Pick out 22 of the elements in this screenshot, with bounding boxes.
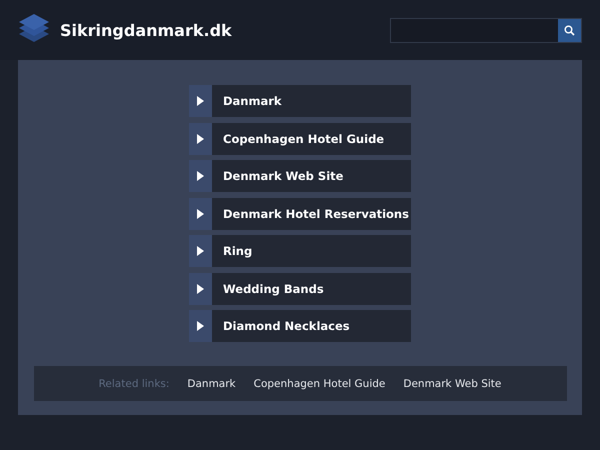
link-item[interactable]: Denmark Hotel Reservations (189, 198, 411, 230)
related-link[interactable]: Danmark (187, 378, 236, 390)
link-item[interactable]: Danmark (189, 85, 411, 117)
link-item[interactable]: Copenhagen Hotel Guide (189, 122, 411, 154)
search-field[interactable] (390, 18, 582, 42)
play-icon (197, 321, 204, 331)
link-item[interactable]: Diamond Necklaces (189, 310, 411, 342)
search-button[interactable] (558, 18, 581, 42)
play-icon (197, 171, 204, 181)
related-links-label: Related links: (98, 378, 170, 390)
play-icon (197, 96, 204, 106)
site-title: Sikringdanmark.dk (60, 20, 233, 40)
play-icon (197, 208, 204, 218)
related-link[interactable]: Copenhagen Hotel Guide (254, 378, 386, 390)
link-item[interactable]: Denmark Web Site (189, 160, 411, 192)
play-icon (197, 284, 204, 294)
play-icon (197, 134, 204, 144)
search-icon (564, 24, 575, 36)
link-item[interactable]: Ring (189, 235, 411, 267)
link-item[interactable]: Wedding Bands (189, 272, 411, 304)
related-link[interactable]: Denmark Web Site (403, 378, 502, 390)
play-icon (197, 246, 204, 256)
